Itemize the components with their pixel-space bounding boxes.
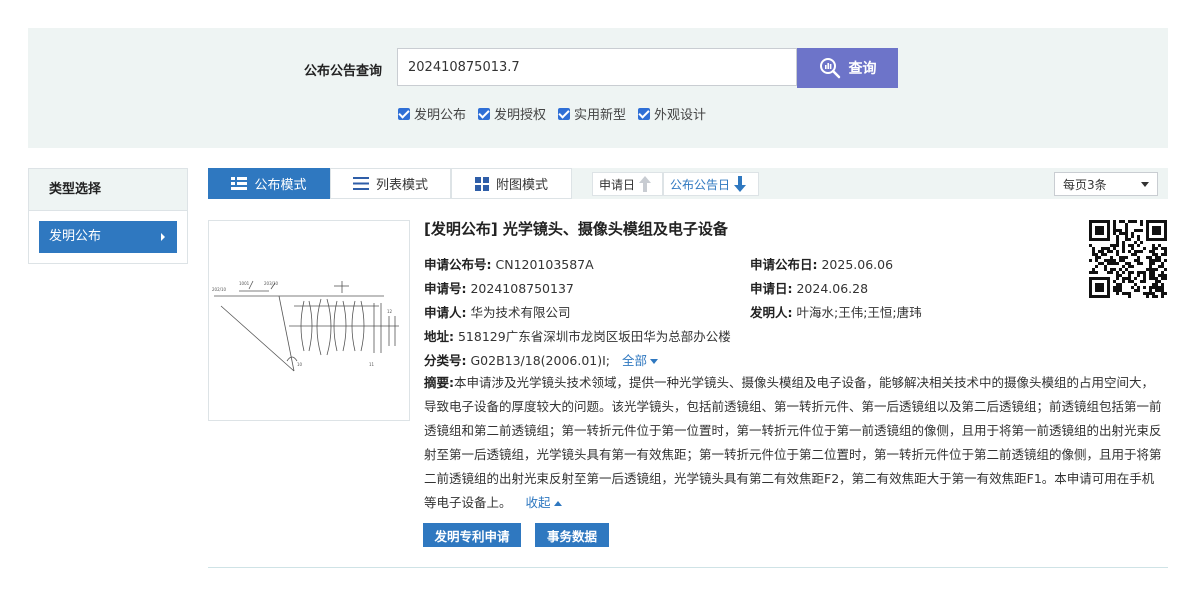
search-input[interactable]	[397, 48, 797, 86]
collapse-abstract-link[interactable]: 收起	[526, 495, 562, 510]
chevron-right-icon	[161, 233, 165, 241]
transaction-data-button[interactable]: 事务数据	[535, 523, 609, 547]
publication-number: 申请公布号: CN120103587A	[424, 257, 594, 272]
type-checkboxes: 发明公布 发明授权 实用新型 外观设计	[398, 104, 706, 123]
tab-list-mode[interactable]: 列表模式	[330, 168, 451, 199]
checkbox-design[interactable]: 外观设计	[638, 104, 706, 123]
checkbox-utility-model[interactable]: 实用新型	[558, 104, 626, 123]
search-label: 公布公告查询	[304, 64, 383, 79]
checkbox-invention-publication[interactable]: 发明公布	[398, 104, 466, 123]
patent-drawing-icon: 202/10 1001 203/10 10 11 12	[212, 280, 399, 372]
search-panel	[28, 28, 1168, 148]
caret-up-icon	[553, 501, 562, 506]
checkbox-checked-icon[interactable]	[478, 107, 491, 120]
type-sidebar: 类型选择 发明公布	[28, 168, 188, 264]
inventors: 发明人: 叶海水;王伟;王恒;唐玮	[750, 305, 922, 320]
result-title[interactable]: [发明公布] 光学镜头、摄像头模组及电子设备	[424, 218, 728, 239]
result-divider	[208, 567, 1168, 568]
checkbox-checked-icon[interactable]	[638, 107, 651, 120]
arrow-up-icon	[639, 176, 652, 192]
publication-date: 申请公布日: 2025.06.06	[750, 257, 894, 272]
chevron-down-icon	[1141, 181, 1149, 187]
patent-figure-thumbnail[interactable]: 202/10 1001 203/10 10 11 12	[208, 220, 410, 421]
address: 地址: 518129广东省深圳市龙岗区坂田华为总部办公楼	[424, 329, 731, 344]
applicant: 申请人: 华为技术有限公司	[424, 305, 571, 320]
qr-code	[1089, 220, 1167, 298]
application-number: 申请号: 2024108750137	[424, 281, 574, 296]
caret-down-icon	[650, 359, 659, 364]
classification-all-toggle[interactable]: 全部	[622, 353, 659, 368]
svg-text:11: 11	[369, 362, 375, 367]
abstract: 摘要:本申请涉及光学镜头技术领域，提供一种光学镜头、摄像头模组及电子设备，能够解…	[424, 375, 1162, 510]
checkbox-invention-grant[interactable]: 发明授权	[478, 104, 546, 123]
classification: 分类号: G02B13/18(2006.01)I; 全部	[424, 350, 659, 369]
tab-publication-mode[interactable]: 公布模式	[208, 168, 330, 199]
search-button[interactable]: 查询	[797, 48, 898, 88]
tab-figure-mode[interactable]: 附图模式	[451, 168, 572, 199]
lines-icon	[352, 177, 369, 190]
grid-icon	[474, 176, 489, 191]
svg-text:1001: 1001	[239, 281, 250, 286]
search-icon	[819, 58, 840, 79]
sort-application-date[interactable]: 申请日	[592, 172, 663, 196]
svg-text:12: 12	[387, 309, 393, 314]
sidebar-item-invention-publication[interactable]: 发明公布	[39, 221, 177, 253]
checkbox-checked-icon[interactable]	[398, 107, 410, 120]
invention-application-button[interactable]: 发明专利申请	[423, 523, 521, 547]
application-date: 申请日: 2024.06.28	[750, 281, 869, 296]
sort-publication-date[interactable]: 公布公告日	[663, 172, 759, 196]
svg-text:10: 10	[297, 362, 303, 367]
search-button-label: 查询	[848, 61, 877, 77]
arrow-down-icon	[734, 176, 747, 192]
svg-text:203/10: 203/10	[264, 281, 279, 286]
sidebar-title: 类型选择	[29, 169, 187, 211]
per-page-select[interactable]: 每页3条	[1054, 172, 1158, 196]
checkbox-checked-icon[interactable]	[558, 107, 571, 120]
list-bullets-icon	[231, 177, 248, 190]
svg-text:202/10: 202/10	[212, 287, 227, 292]
